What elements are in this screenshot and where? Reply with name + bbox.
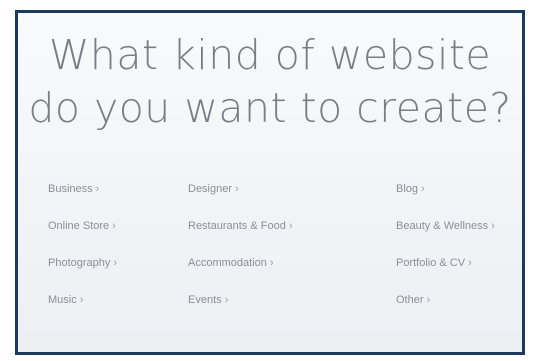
chevron-right-icon: › [426,294,431,306]
category-label: Photography [48,257,111,269]
category-link-events[interactable]: Events › [188,294,228,306]
chevron-right-icon: › [491,220,495,232]
title-line-1: What kind of website [48,31,492,79]
category-label: Other [396,294,424,306]
chevron-right-icon: › [224,294,229,306]
category-link-designer[interactable]: Designer › [188,183,239,195]
category-link-music[interactable]: Music › [48,294,83,306]
category-link-restaurants-food[interactable]: Restaurants & Food › [188,220,293,232]
chevron-right-icon: › [235,183,239,195]
chevron-right-icon: › [468,257,472,269]
category-label: Designer [188,183,233,195]
category-label: Online Store [48,220,110,232]
category-link-blog[interactable]: Blog › [396,183,425,195]
chevron-right-icon: › [112,220,116,232]
category-link-online-store[interactable]: Online Store › [48,220,116,232]
category-link-portfolio-cv[interactable]: Portfolio & CV › [396,257,472,269]
category-link-other[interactable]: Other › [396,294,430,306]
category-label: Music [48,294,77,306]
category-link-business[interactable]: Business › [48,183,99,195]
category-link-beauty-wellness[interactable]: Beauty & Wellness › [396,220,495,232]
category-label: Portfolio & CV [396,257,466,269]
chevron-right-icon: › [288,220,293,232]
category-link-accommodation[interactable]: Accommodation › [188,257,274,269]
category-label: Blog [396,183,419,195]
chevron-right-icon: › [113,257,118,269]
category-link-photography[interactable]: Photography › [48,257,117,269]
chevron-right-icon: › [79,294,84,306]
title-line-2: do you want to create? [28,84,512,132]
category-label: Restaurants & Food [188,220,286,232]
chevron-right-icon: › [95,183,100,195]
website-type-panel: What kind of website do you want to crea… [15,10,525,355]
page-title: What kind of website do you want to crea… [18,29,522,135]
category-label: Business [48,183,93,195]
chevron-right-icon: › [421,183,425,195]
category-label: Events [188,294,222,306]
category-label: Accommodation [188,257,267,269]
chevron-right-icon: › [269,257,274,269]
screenshot: What kind of website do you want to crea… [0,0,538,361]
category-label: Beauty & Wellness [396,220,489,232]
